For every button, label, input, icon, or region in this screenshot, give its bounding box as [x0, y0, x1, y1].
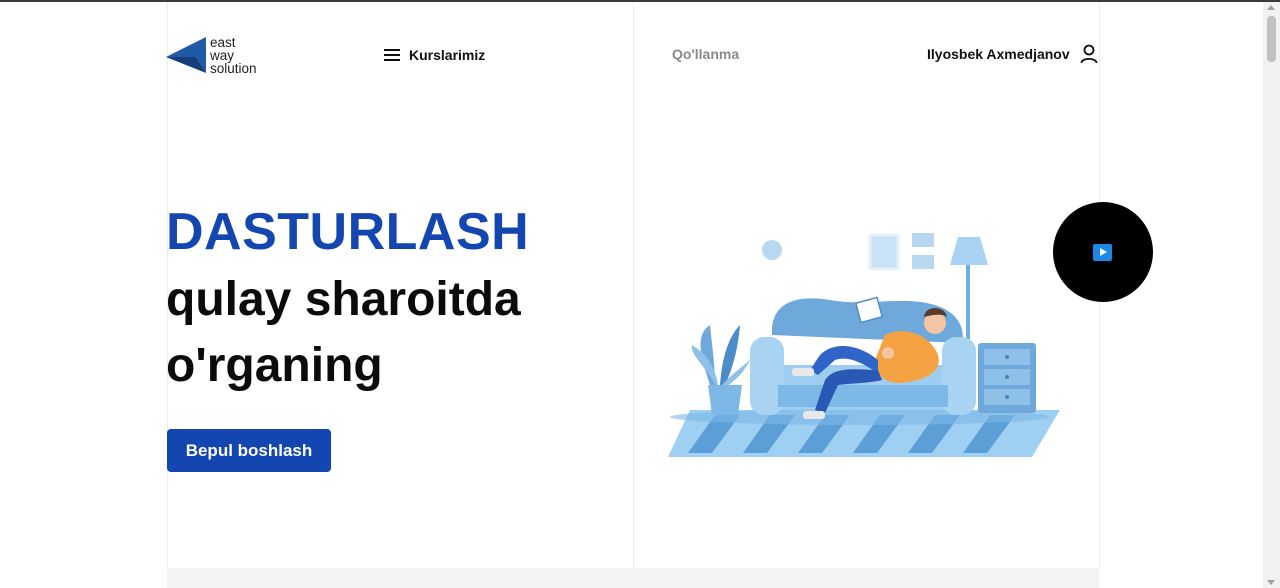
start-free-button[interactable]: Bepul boshlash	[167, 429, 331, 472]
layout-guide-center	[633, 2, 634, 568]
side-cabinet	[978, 343, 1036, 413]
courses-menu-label: Kurslarimiz	[409, 47, 486, 63]
nav-link-guide[interactable]: Qo'llanma	[672, 46, 739, 62]
scroll-down-arrow-icon[interactable]	[1267, 580, 1275, 585]
window-top-border	[0, 0, 1280, 2]
user-name[interactable]: Ilyosbek Axmedjanov	[927, 46, 1070, 62]
footer-strip	[167, 568, 1099, 588]
brand-logo[interactable]: east way solution	[166, 34, 276, 76]
logo-line-1: east	[210, 34, 236, 50]
logo-text: east way solution	[210, 34, 257, 76]
play-icon	[1093, 244, 1112, 261]
picture-frame-small	[912, 233, 934, 247]
logo-icon	[166, 37, 206, 73]
hero-illustration	[668, 233, 1060, 457]
page-scrollbar[interactable]	[1263, 2, 1280, 588]
hero-headline-line-2: qulay sharoitda	[166, 273, 521, 326]
courses-menu-button[interactable]: Kurslarimiz	[384, 44, 485, 66]
scrollbar-thumb[interactable]	[1267, 16, 1276, 62]
video-play-button[interactable]	[1053, 202, 1153, 302]
logo-line-3: solution	[210, 60, 257, 76]
scroll-up-arrow-icon[interactable]	[1267, 5, 1275, 10]
picture-frame-small	[912, 255, 934, 269]
rug	[668, 409, 1060, 457]
potted-plant	[691, 325, 752, 415]
user-icon[interactable]	[1080, 44, 1098, 69]
wall-clock	[762, 240, 782, 260]
logo-line-2: way	[210, 47, 235, 63]
picture-frame	[868, 233, 900, 271]
hero-headline-accent: DASTURLASH	[166, 203, 530, 261]
hero-headline-line-3: o'rganing	[166, 339, 383, 392]
menu-icon	[384, 49, 400, 61]
